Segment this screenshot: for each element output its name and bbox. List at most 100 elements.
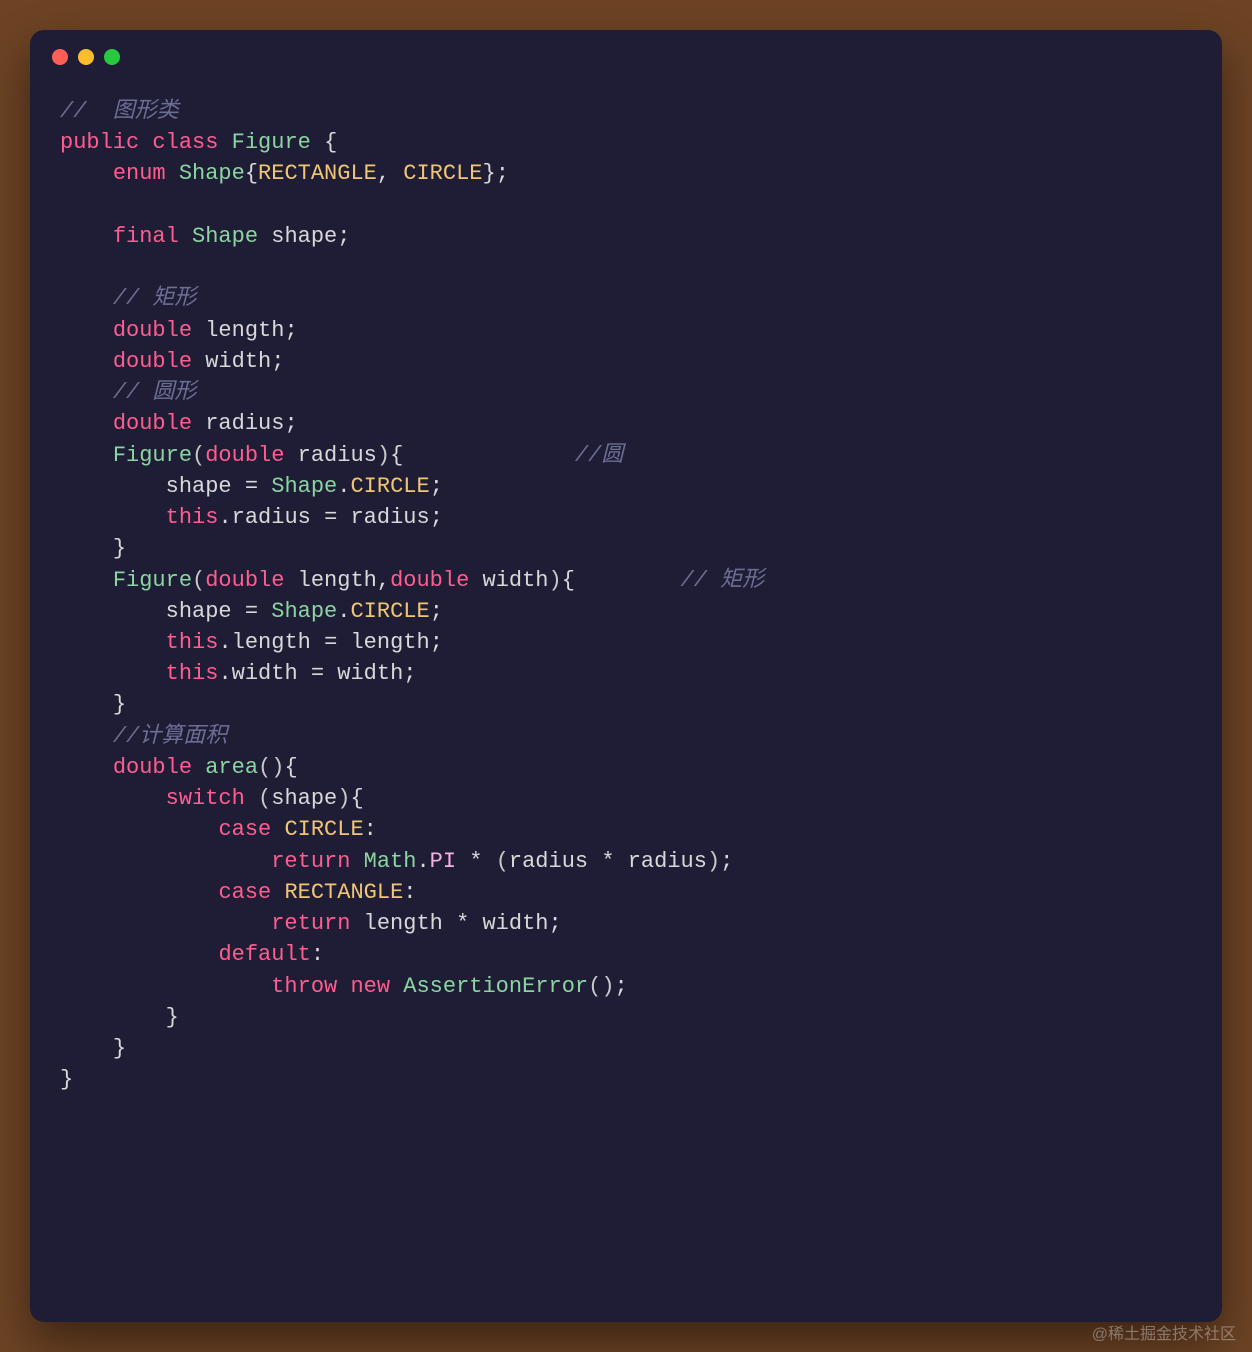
- code-token: *: [456, 911, 469, 936]
- code-token: Math: [364, 849, 417, 874]
- code-token: ;: [430, 630, 443, 655]
- code-token: }: [60, 1067, 73, 1092]
- code-token: class: [152, 130, 218, 155]
- code-token: ): [337, 786, 350, 811]
- code-token: length: [298, 568, 377, 593]
- code-token: length: [232, 630, 311, 655]
- code-token: {: [390, 443, 403, 468]
- code-token: double: [113, 349, 192, 374]
- code-token: {: [324, 130, 337, 155]
- code-token: CIRCLE: [350, 474, 429, 499]
- code-token: ;: [337, 224, 350, 249]
- code-token: enum: [113, 161, 166, 186]
- code-token: ;: [430, 474, 443, 499]
- code-token: }: [113, 536, 126, 561]
- code-token: double: [113, 411, 192, 436]
- code-token: .: [337, 599, 350, 624]
- code-token: ;: [496, 161, 509, 186]
- code-token: .: [218, 661, 231, 686]
- code-token: final: [113, 224, 179, 249]
- code-token: length: [205, 318, 284, 343]
- code-window: // 图形类 public class Figure { enum Shape {…: [30, 30, 1222, 1322]
- code-token: (: [192, 568, 205, 593]
- code-token: {: [350, 786, 363, 811]
- code-token: RECTANGLE: [284, 880, 403, 905]
- code-token: shape: [166, 474, 232, 499]
- code-token: ;: [271, 349, 284, 374]
- code-token: .: [218, 630, 231, 655]
- code-token: new: [350, 974, 390, 999]
- code-token: public: [60, 130, 139, 155]
- code-token: width: [205, 349, 271, 374]
- code-token: ;: [430, 505, 443, 530]
- close-icon[interactable]: [52, 49, 68, 65]
- code-token: radius: [350, 505, 429, 530]
- code-token: {: [562, 568, 575, 593]
- code-token: length: [364, 911, 443, 936]
- code-token: this: [166, 630, 219, 655]
- code-token: width: [483, 568, 549, 593]
- code-block: // 图形类 public class Figure { enum Shape {…: [30, 84, 1222, 1126]
- code-token: ;: [284, 318, 297, 343]
- code-token: ): [549, 568, 562, 593]
- code-token: ;: [549, 911, 562, 936]
- code-token: return: [271, 911, 350, 936]
- code-token: =: [245, 474, 258, 499]
- zoom-icon[interactable]: [104, 49, 120, 65]
- code-token: double: [113, 318, 192, 343]
- code-token: this: [166, 505, 219, 530]
- minimize-icon[interactable]: [78, 49, 94, 65]
- code-token: ;: [720, 849, 733, 874]
- code-token: =: [324, 505, 337, 530]
- code-token: throw: [271, 974, 337, 999]
- code-token: width: [482, 911, 548, 936]
- code-token: length: [350, 630, 429, 655]
- code-token: case: [218, 880, 271, 905]
- code-token: .: [416, 849, 429, 874]
- code-token: :: [403, 880, 416, 905]
- code-token: ;: [430, 599, 443, 624]
- code-token: ,: [377, 161, 390, 186]
- code-token: Shape: [192, 224, 258, 249]
- code-token: width: [337, 661, 403, 686]
- code-token: this: [166, 661, 219, 686]
- code-token: double: [390, 568, 469, 593]
- code-token: shape: [271, 786, 337, 811]
- code-token: radius: [205, 411, 284, 436]
- code-token: =: [324, 630, 337, 655]
- code-token: ): [271, 755, 284, 780]
- code-token: double: [205, 568, 284, 593]
- code-comment: // 图形类: [60, 99, 179, 124]
- window-titlebar: [30, 30, 1222, 84]
- code-token: area: [205, 755, 258, 780]
- code-token: radius: [628, 849, 707, 874]
- code-token: radius: [298, 443, 377, 468]
- code-token: Figure: [113, 568, 192, 593]
- code-token: }: [113, 692, 126, 717]
- code-comment: // 圆形: [113, 380, 197, 405]
- code-token: *: [469, 849, 482, 874]
- code-token: radius: [509, 849, 588, 874]
- code-token: :: [311, 942, 324, 967]
- code-token: Shape: [271, 474, 337, 499]
- code-token: shape: [166, 599, 232, 624]
- code-token: =: [245, 599, 258, 624]
- code-token: }: [166, 1005, 179, 1030]
- code-token: switch: [166, 786, 245, 811]
- code-token: default: [218, 942, 310, 967]
- code-token: shape: [271, 224, 337, 249]
- code-token: case: [218, 817, 271, 842]
- code-token: .: [218, 505, 231, 530]
- code-token: double: [113, 755, 192, 780]
- code-token: Figure: [232, 130, 311, 155]
- code-token: {: [284, 755, 297, 780]
- watermark-text: @稀土掘金技术社区: [1092, 1320, 1236, 1344]
- code-token: ): [377, 443, 390, 468]
- code-token: ;: [615, 974, 628, 999]
- code-token: Shape: [179, 161, 245, 186]
- code-token: =: [311, 661, 324, 686]
- code-token: Shape: [271, 599, 337, 624]
- code-token: Figure: [113, 443, 192, 468]
- code-token: AssertionError: [403, 974, 588, 999]
- code-comment: // 矩形: [681, 568, 765, 593]
